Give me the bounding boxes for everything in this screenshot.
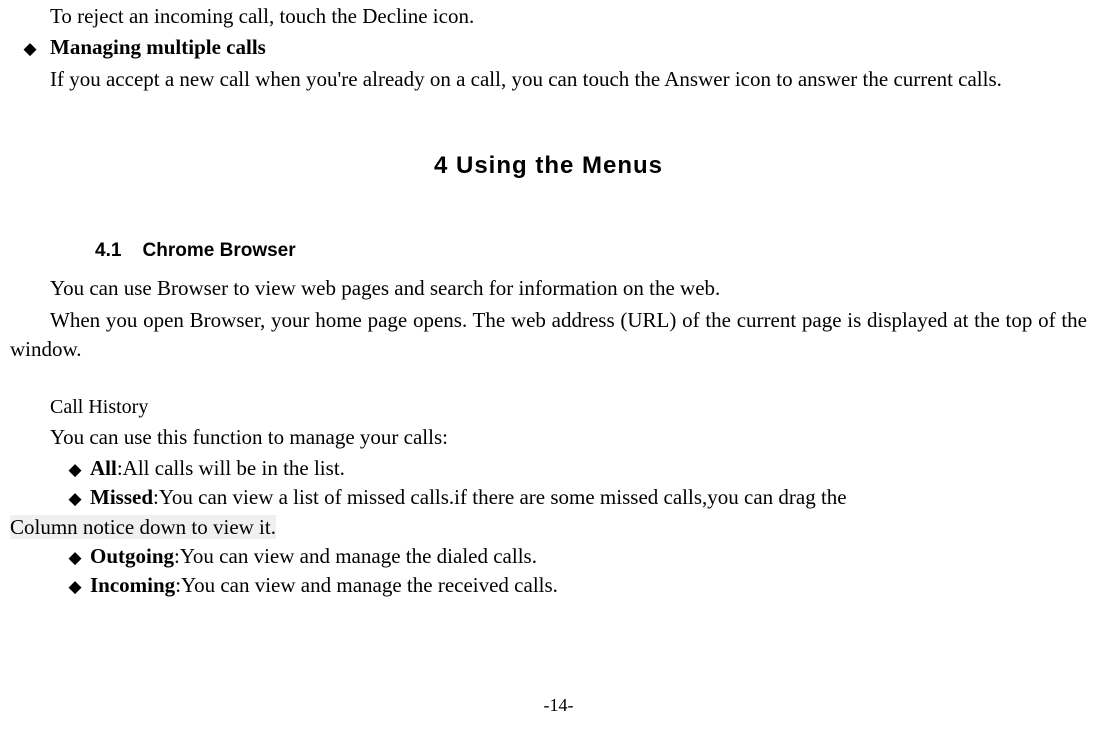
call-history-intro: You can use this function to manage your… [10,423,1087,452]
call-history-heading: Call History [50,393,1087,421]
list-item-wrap: Column notice down to view it. [10,513,1087,542]
section-title: 4 Using the Menus [10,149,1087,183]
list-item-label: Missed [90,485,153,509]
list-item: ◆ Outgoing:You can view and manage the d… [60,542,1087,571]
reject-call-text: To reject an incoming call, touch the De… [10,2,1087,31]
diamond-icon: ◆ [60,546,90,570]
managing-calls-heading-row: ◆ Managing multiple calls [10,33,1087,62]
page-number: -14- [10,693,1097,718]
subsection-title: 4.1 Chrome Browser [95,238,1087,265]
list-item: ◆ All:All calls will be in the list. [60,454,1087,483]
subsection-number: 4.1 [95,240,121,261]
managing-calls-body: If you accept a new call when you're alr… [10,65,1087,94]
subsection-label: Chrome Browser [143,240,296,261]
list-item-label: Outgoing [90,544,174,568]
diamond-icon: ◆ [60,575,90,599]
diamond-icon: ◆ [10,37,50,61]
list-item-label: Incoming [90,573,175,597]
browser-paragraph-1: You can use Browser to view web pages an… [10,274,1087,303]
highlighted-text: Column notice down to view it. [10,515,276,539]
list-item-text: :You can view a list of missed calls.if … [153,485,847,509]
call-history-list: ◆ All:All calls will be in the list. ◆ M… [60,454,1087,601]
list-item-text: :You can view and manage the dialed call… [174,544,537,568]
browser-paragraph-2: When you open Browser, your home page op… [10,306,1087,365]
list-item: ◆ Missed:You can view a list of missed c… [60,483,1087,512]
list-item-content: All:All calls will be in the list. [90,454,1087,483]
managing-calls-heading: Managing multiple calls [50,33,1087,62]
list-item-content: Incoming:You can view and manage the rec… [90,571,1087,600]
list-item: ◆ Incoming:You can view and manage the r… [60,571,1087,600]
list-item-text: :All calls will be in the list. [117,456,345,480]
diamond-icon: ◆ [60,487,90,511]
list-item-label: All [90,456,117,480]
list-item-content: Missed:You can view a list of missed cal… [90,483,1087,512]
list-item-content: Outgoing:You can view and manage the dia… [90,542,1087,571]
document-page: To reject an incoming call, touch the De… [0,2,1097,736]
list-item-text: :You can view and manage the received ca… [175,573,558,597]
diamond-icon: ◆ [60,458,90,482]
